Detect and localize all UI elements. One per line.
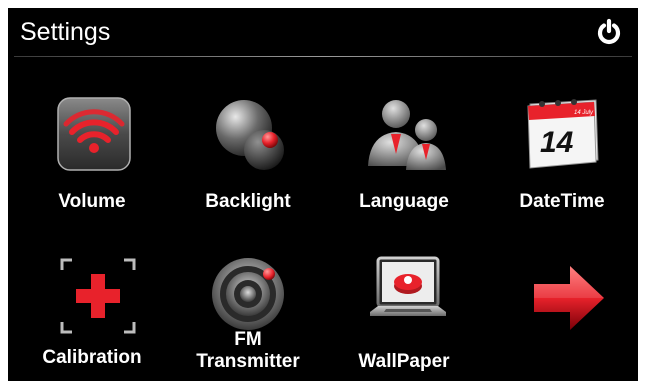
fm-transmitter-label-line1: FM: [234, 329, 262, 350]
page-title: Settings: [20, 18, 111, 46]
wallpaper-label: WallPaper: [358, 351, 450, 372]
power-icon[interactable]: [594, 17, 624, 47]
volume-button[interactable]: Volume: [22, 94, 162, 224]
calibration-button[interactable]: Calibration: [22, 254, 162, 381]
header-bar: Settings: [8, 8, 638, 56]
calendar-month-text: 14 July: [574, 110, 594, 116]
calibration-icon: [60, 258, 136, 334]
calendar-icon: 14 July 14: [527, 99, 599, 169]
language-button[interactable]: Language: [334, 94, 474, 224]
volume-label: Volume: [58, 191, 126, 212]
fm-transmitter-label-line2: Transmitter: [196, 351, 300, 372]
wallpaper-icon: [370, 256, 446, 316]
calibration-label: Calibration: [42, 347, 142, 368]
fm-transmitter-icon: [212, 258, 284, 330]
volume-icon: [57, 97, 131, 171]
fm-transmitter-button[interactable]: FM Transmitter: [178, 254, 318, 381]
backlight-button[interactable]: Backlight: [178, 94, 318, 224]
datetime-button[interactable]: 14 July 14 DateTime: [492, 94, 632, 224]
language-label: Language: [359, 191, 449, 212]
header-divider: [14, 56, 632, 57]
backlight-label: Backlight: [205, 191, 291, 212]
datetime-label: DateTime: [519, 191, 605, 212]
next-arrow-icon: [534, 266, 604, 330]
wallpaper-button[interactable]: WallPaper: [334, 254, 474, 381]
settings-screen: Settings Volume Backlight Language 14 Ju…: [8, 8, 638, 381]
calendar-day-text: 14: [540, 126, 574, 159]
language-icon: [368, 100, 446, 170]
next-page-button[interactable]: [492, 254, 632, 381]
backlight-icon: [216, 100, 284, 170]
